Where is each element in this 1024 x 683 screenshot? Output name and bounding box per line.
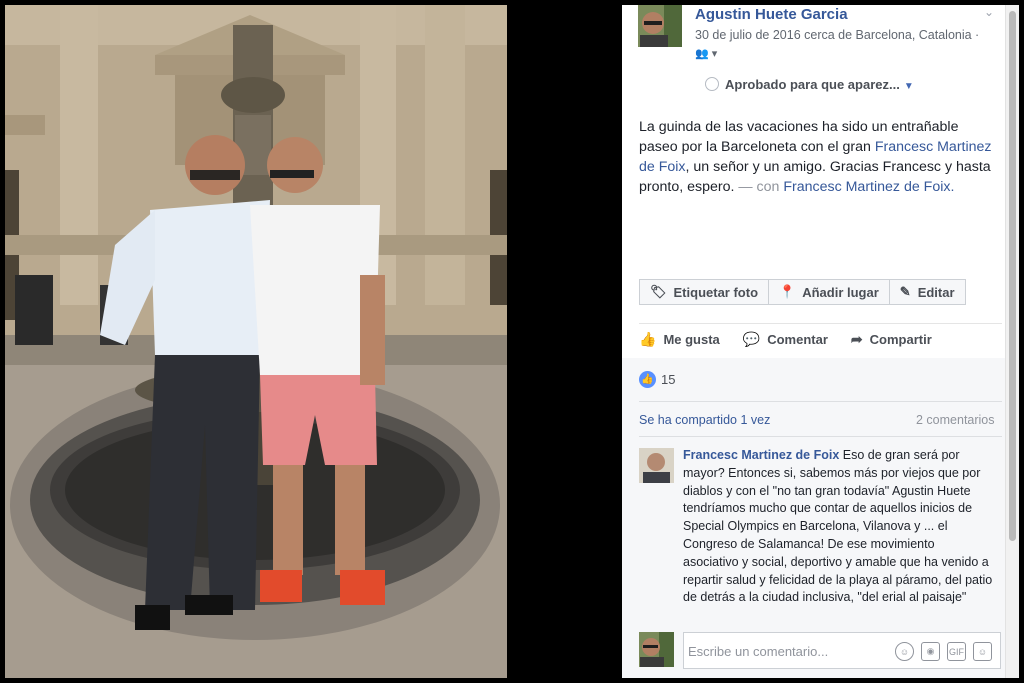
comment-button[interactable]: 💬 Comentar	[743, 331, 828, 348]
add-place-label: Añadir lugar	[802, 284, 879, 300]
share-arrow-icon: ➦	[850, 331, 863, 347]
sticker-icon[interactable]: ☺	[973, 642, 992, 661]
comment-text: Eso de gran será por mayor? Entonces si,…	[683, 448, 993, 605]
add-place-button[interactable]: 📍 Añadir lugar	[768, 279, 890, 305]
divider	[639, 436, 1002, 437]
approval-dropdown[interactable]: Aprobado para que aparez... ▼	[705, 77, 914, 92]
comments-count-link[interactable]: 2 comentarios	[916, 413, 995, 427]
edit-button[interactable]: ✎ Editar	[888, 279, 966, 305]
comment-input[interactable]: Escribe un comentario... ☺ ◉ GIF ☺	[683, 632, 1001, 669]
comment-placeholder: Escribe un comentario...	[688, 644, 829, 659]
thumbs-up-icon: 👍	[639, 331, 657, 347]
options-chevron-icon[interactable]: ⌄	[984, 5, 994, 19]
privacy-friends-icon: 👥	[695, 48, 709, 60]
comment-label: Comentar	[767, 332, 828, 347]
post-caption: La guinda de las vacaciones ha sido un e…	[639, 117, 999, 197]
comment: Francesc Martinez de Foix Eso de gran se…	[683, 447, 993, 607]
camera-icon[interactable]: ◉	[921, 642, 940, 661]
composer-icons: ☺ ◉ GIF ☺	[888, 642, 992, 661]
photo-image	[5, 5, 507, 678]
divider	[639, 401, 1002, 402]
tag-photo-label: Etiquetar foto	[673, 284, 759, 300]
scrollbar[interactable]	[1005, 5, 1019, 678]
reaction-count[interactable]: 👍 15	[639, 371, 675, 388]
my-avatar	[639, 632, 674, 667]
divider	[639, 323, 1002, 324]
photo-actions: 🏷 Etiquetar foto 📍 Añadir lugar ✎ Editar	[639, 279, 966, 305]
chevron-down-icon: ▾	[711, 48, 718, 60]
location-pin-icon: 📍	[779, 284, 796, 299]
commenter-avatar[interactable]	[639, 448, 674, 483]
comment-icon: 💬	[742, 331, 761, 347]
gif-icon[interactable]: GIF	[947, 642, 966, 661]
tag-icon: 🏷	[650, 284, 667, 299]
post-timestamp[interactable]: 30 de julio de 2016 cerca de Barcelona, …	[695, 28, 979, 42]
pencil-icon: ✎	[899, 284, 911, 299]
author-avatar[interactable]	[638, 5, 682, 47]
edit-label: Editar	[917, 284, 955, 300]
scrollbar-thumb[interactable]	[1009, 11, 1016, 541]
comment-author[interactable]: Francesc Martinez de Foix	[683, 448, 839, 462]
approval-label: Aprobado para que aparez...	[725, 77, 900, 92]
like-reaction-icon: 👍	[639, 371, 656, 388]
like-label: Me gusta	[663, 332, 720, 347]
like-count: 15	[661, 372, 676, 387]
share-button[interactable]: ➦ Compartir	[851, 331, 932, 348]
like-button[interactable]: 👍 Me gusta	[639, 331, 720, 348]
with-person-link[interactable]: Francesc Martinez de Foix.	[783, 179, 954, 195]
photo-viewer: Agustin Huete Garcia 30 de julio de 2016…	[0, 0, 1024, 683]
photo[interactable]	[5, 5, 507, 678]
shares-link[interactable]: Se ha compartido 1 vez	[639, 413, 770, 427]
post-panel: Agustin Huete Garcia 30 de julio de 2016…	[622, 5, 1019, 678]
privacy-selector[interactable]: 👥 ▾	[695, 47, 717, 60]
post-actions: 👍 Me gusta 💬 Comentar ➦ Compartir	[639, 331, 955, 348]
post-author[interactable]: Agustin Huete Garcia	[695, 6, 848, 23]
dropdown-arrow-icon: ▼	[903, 81, 914, 92]
with-label: — con	[738, 179, 784, 195]
emoji-icon[interactable]: ☺	[895, 642, 914, 661]
radio-circle-icon	[705, 77, 719, 91]
share-label: Compartir	[869, 332, 932, 347]
tag-photo-button[interactable]: 🏷 Etiquetar foto	[639, 279, 770, 305]
